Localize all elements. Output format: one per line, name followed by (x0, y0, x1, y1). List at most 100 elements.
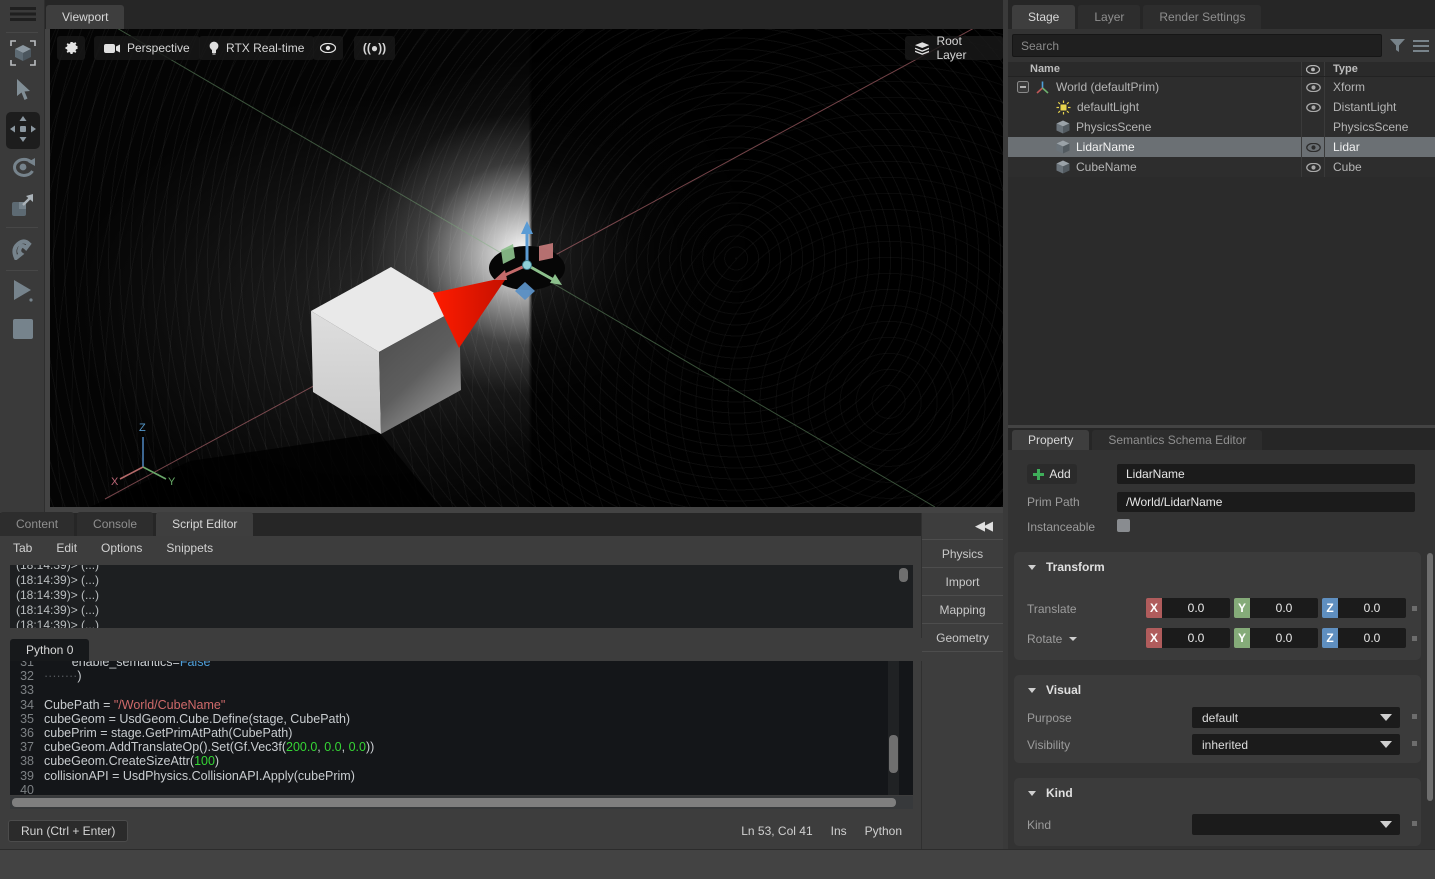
rotate-z-value[interactable]: 0.0 (1338, 628, 1406, 648)
code-editor[interactable]: 31 enable_semantics=False32········)3334… (10, 661, 913, 795)
eye-icon[interactable] (1306, 103, 1321, 112)
viewport-settings-button[interactable] (57, 36, 85, 60)
code-line-31[interactable]: 31 enable_semantics=False (10, 661, 913, 669)
column-visibility[interactable] (1302, 62, 1325, 76)
kind-header[interactable]: Kind (1028, 786, 1073, 800)
editor-vscrollbar[interactable] (888, 661, 899, 795)
translate-y-field[interactable]: Y0.0 (1234, 598, 1318, 618)
code-line-37[interactable]: 37cubeGeom.AddTranslateOp().Set(Gf.Vec3f… (10, 740, 913, 754)
code-line-38[interactable]: 38cubeGeom.CreateSizeAttr(100) (10, 754, 913, 768)
tab-content[interactable]: Content (0, 512, 74, 536)
tab-viewport[interactable]: Viewport (46, 5, 124, 29)
translate-x-value[interactable]: 0.0 (1162, 598, 1230, 618)
purpose-dropdown[interactable]: default (1192, 707, 1400, 728)
stage-row-physicsscene[interactable]: PhysicsScenePhysicsScene (1008, 117, 1435, 137)
viewport-canvas[interactable]: Z X Y Perspective RTX Real-time ((●)) (50, 29, 1003, 507)
import-panel-button[interactable]: Import (922, 567, 1003, 595)
render-mode-button[interactable]: RTX Real-time (199, 36, 314, 60)
visibility-toggle[interactable] (1302, 157, 1325, 177)
cursor-tool-button[interactable] (0, 73, 45, 111)
code-line-33[interactable]: 33 (10, 683, 913, 697)
tab-stage[interactable]: Stage (1012, 5, 1075, 29)
visibility-toggle[interactable] (1302, 137, 1325, 157)
eye-icon[interactable] (1306, 163, 1321, 172)
move-tool-button[interactable] (0, 111, 45, 149)
select-box-tool-button[interactable] (0, 35, 45, 73)
visibility-toggle[interactable] (1302, 97, 1325, 117)
snap-tool-button[interactable] (0, 230, 45, 268)
tab-layer[interactable]: Layer (1078, 5, 1140, 29)
mapping-panel-button[interactable]: Mapping (922, 595, 1003, 623)
translate-z-field[interactable]: Z0.0 (1322, 598, 1406, 618)
transform-header[interactable]: Transform (1028, 560, 1105, 574)
column-name[interactable]: Name (1008, 62, 1302, 76)
geometry-panel-button[interactable]: Geometry (922, 623, 1003, 651)
stage-row-lidarname[interactable]: LidarNameLidar (1008, 137, 1435, 157)
console-scrollbar[interactable] (899, 568, 908, 582)
stage-row-defaultlight[interactable]: defaultLightDistantLight (1008, 97, 1435, 117)
menu-tab[interactable]: Tab (13, 541, 32, 555)
visibility-toggle[interactable] (1302, 77, 1325, 97)
rotate-label[interactable]: Rotate (1027, 632, 1077, 646)
default-indicator[interactable] (1412, 741, 1417, 746)
waypoint-button[interactable]: ((●)) (354, 36, 395, 60)
root-layer-button[interactable]: Root Layer (905, 36, 1003, 60)
visual-header[interactable]: Visual (1028, 683, 1081, 697)
visibility-toggle[interactable] (1302, 117, 1325, 137)
stage-row-cubename[interactable]: CubeNameCube (1008, 157, 1435, 177)
default-indicator[interactable] (1412, 821, 1417, 826)
collapse-panel-button[interactable]: ◀◀ (922, 513, 1003, 539)
rotate-x-value[interactable]: 0.0 (1162, 628, 1230, 648)
editor-hscrollbar[interactable] (10, 796, 913, 809)
eye-icon[interactable] (1306, 143, 1321, 152)
default-indicator[interactable] (1412, 714, 1417, 719)
prim-name-field[interactable]: LidarName (1117, 464, 1415, 484)
tab-python-0[interactable]: Python 0 (10, 639, 89, 661)
physics-panel-button[interactable]: Physics (922, 539, 1003, 567)
tab-console[interactable]: Console (77, 512, 153, 536)
menu-edit[interactable]: Edit (56, 541, 77, 555)
kind-dropdown[interactable] (1192, 814, 1400, 835)
tab-semantics-schema-editor[interactable]: Semantics Schema Editor (1092, 430, 1262, 450)
prim-path-field[interactable]: /World/LidarName (1117, 492, 1415, 512)
visibility-button[interactable] (313, 36, 343, 60)
column-type[interactable]: Type (1325, 62, 1435, 76)
instanceable-checkbox[interactable] (1117, 519, 1130, 532)
console-output[interactable]: (18:14:39)> (...)(18:14:39)> (...)(18:14… (10, 565, 913, 628)
eye-icon[interactable] (1306, 83, 1321, 92)
property-scrollbar[interactable] (1427, 553, 1433, 801)
add-property-button[interactable]: Add (1027, 464, 1077, 484)
code-line-40[interactable]: 40 (10, 783, 913, 795)
tab-render-settings[interactable]: Render Settings (1143, 5, 1261, 29)
play-tool-button[interactable] (0, 273, 45, 311)
options-menu-icon[interactable] (1413, 40, 1429, 52)
translate-x-field[interactable]: X0.0 (1146, 598, 1230, 618)
collapse-expander-icon[interactable] (1017, 81, 1029, 93)
rotate-z-field[interactable]: Z0.0 (1322, 628, 1406, 648)
gizmo-center[interactable] (523, 261, 532, 270)
stage-row-world[interactable]: World (defaultPrim)Xform (1008, 77, 1435, 97)
camera-mode-button[interactable]: Perspective (94, 36, 200, 60)
menu-options[interactable]: Options (101, 541, 142, 555)
rotate-tool-button[interactable] (0, 149, 45, 187)
gizmo-plane-x[interactable] (539, 243, 553, 261)
code-line-36[interactable]: 36cubePrim = stage.GetPrimAtPath(CubePat… (10, 726, 913, 740)
code-line-39[interactable]: 39collisionAPI = UsdPhysics.CollisionAPI… (10, 769, 913, 783)
translate-y-value[interactable]: 0.0 (1250, 598, 1318, 618)
code-line-32[interactable]: 32········) (10, 669, 913, 683)
translate-z-value[interactable]: 0.0 (1338, 598, 1406, 618)
rotate-x-field[interactable]: X0.0 (1146, 628, 1230, 648)
menu-icon[interactable] (0, 0, 45, 30)
scale-tool-button[interactable] (0, 187, 45, 225)
visibility-dropdown[interactable]: inherited (1192, 734, 1400, 755)
menu-snippets[interactable]: Snippets (166, 541, 213, 555)
tab-property[interactable]: Property (1012, 430, 1089, 450)
rotate-y-value[interactable]: 0.0 (1250, 628, 1318, 648)
code-line-34[interactable]: 34CubePath = "/World/CubeName" (10, 698, 913, 712)
stop-tool-button[interactable] (0, 311, 45, 349)
code-line-35[interactable]: 35cubeGeom = UsdGeom.Cube.Define(stage, … (10, 712, 913, 726)
tab-script-editor[interactable]: Script Editor (156, 512, 253, 536)
run-button[interactable]: Run (Ctrl + Enter) (8, 820, 128, 842)
search-input[interactable] (1012, 34, 1382, 57)
rotate-y-field[interactable]: Y0.0 (1234, 628, 1318, 648)
